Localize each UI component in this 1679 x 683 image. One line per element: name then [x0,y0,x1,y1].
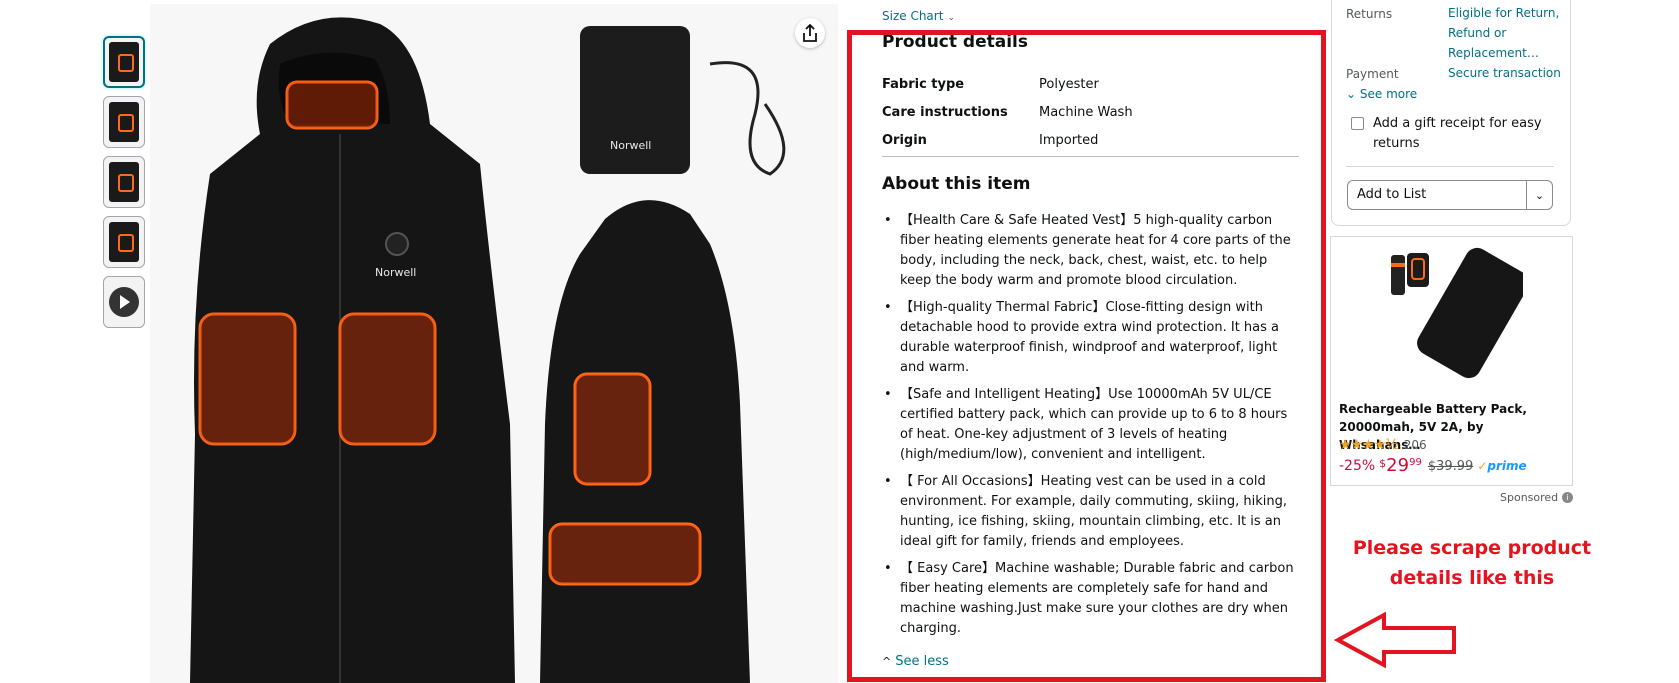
gift-receipt-checkbox[interactable] [1351,117,1364,130]
sponsored-label[interactable]: Sponsored i [1500,491,1574,504]
sponsored-ad-card[interactable]: Rechargeable Battery Pack, 20000mah, 5V … [1330,236,1573,486]
gift-receipt-option[interactable]: Add a gift receipt for easy returns [1351,114,1563,154]
share-button[interactable] [795,18,825,48]
ad-price: -25% $ 29 99 $39.99 ✓prime [1339,455,1527,476]
main-product-image[interactable]: Norwell Norwell [150,4,838,683]
list-price: $39.99 [1427,459,1474,474]
thumbnail-image [109,222,139,262]
thumbnail-image [109,102,139,142]
thumbnail-4[interactable] [103,216,145,268]
play-icon [109,287,139,317]
review-count: 206 [1403,438,1427,452]
prime-badge: ✓prime [1477,459,1526,473]
chevron-down-icon: ⌄ [947,13,955,23]
left-arrow-icon [1334,611,1456,669]
returns-label: Returns [1346,7,1393,21]
price-currency: $ [1379,457,1387,470]
discount-percent: -25% [1339,458,1376,474]
add-to-list-label: Add to List [1357,187,1427,202]
battery-pack-image [1391,247,1523,379]
share-icon [803,24,817,42]
thumbnail-2[interactable] [103,96,145,148]
highlight-annotation-box [847,30,1326,682]
payment-label: Payment [1346,67,1399,81]
annotation-note: Please scrape product details like this [1352,537,1592,589]
thumbnail-3[interactable] [103,156,145,208]
prime-label: prime [1487,459,1527,473]
chevron-down-icon: ⌄ [1346,87,1360,101]
size-chart-link[interactable]: Size Chart ⌄ [882,9,955,23]
gift-receipt-label: Add a gift receipt for easy returns [1373,116,1542,151]
vest-brand-label: Norwell [375,266,416,279]
battery-brand-label: Norwell [610,139,651,152]
chevron-down-icon[interactable]: ⌄ [1526,181,1552,209]
heated-vest-illustration: Norwell Norwell [150,4,838,683]
price-whole: 29 [1386,455,1410,476]
size-chart-label: Size Chart [882,9,944,23]
see-more-link[interactable]: ⌄ See more [1346,87,1417,101]
see-more-label: See more [1359,87,1418,101]
thumbnail-strip [103,36,145,336]
price-fraction: 99 [1409,457,1422,468]
thumbnail-image [109,42,139,82]
thumbnail-1[interactable] [103,36,145,88]
secure-transaction-link[interactable]: Secure transaction [1448,63,1561,83]
thumbnail-video[interactable] [103,276,145,328]
prime-check-icon: ✓ [1477,459,1488,473]
buybox-divider [1346,166,1554,167]
info-icon[interactable]: i [1562,492,1574,503]
ad-rating[interactable]: ★★★★½ 206 [1339,437,1427,453]
add-to-list-button[interactable]: Add to List ⌄ [1347,180,1553,210]
thumbnail-image [109,162,139,202]
sponsored-text: Sponsored [1500,491,1559,504]
returns-link[interactable]: Eligible for Return, Refund or Replaceme… [1448,3,1560,63]
star-rating-icon: ★★★★½ [1339,437,1399,453]
